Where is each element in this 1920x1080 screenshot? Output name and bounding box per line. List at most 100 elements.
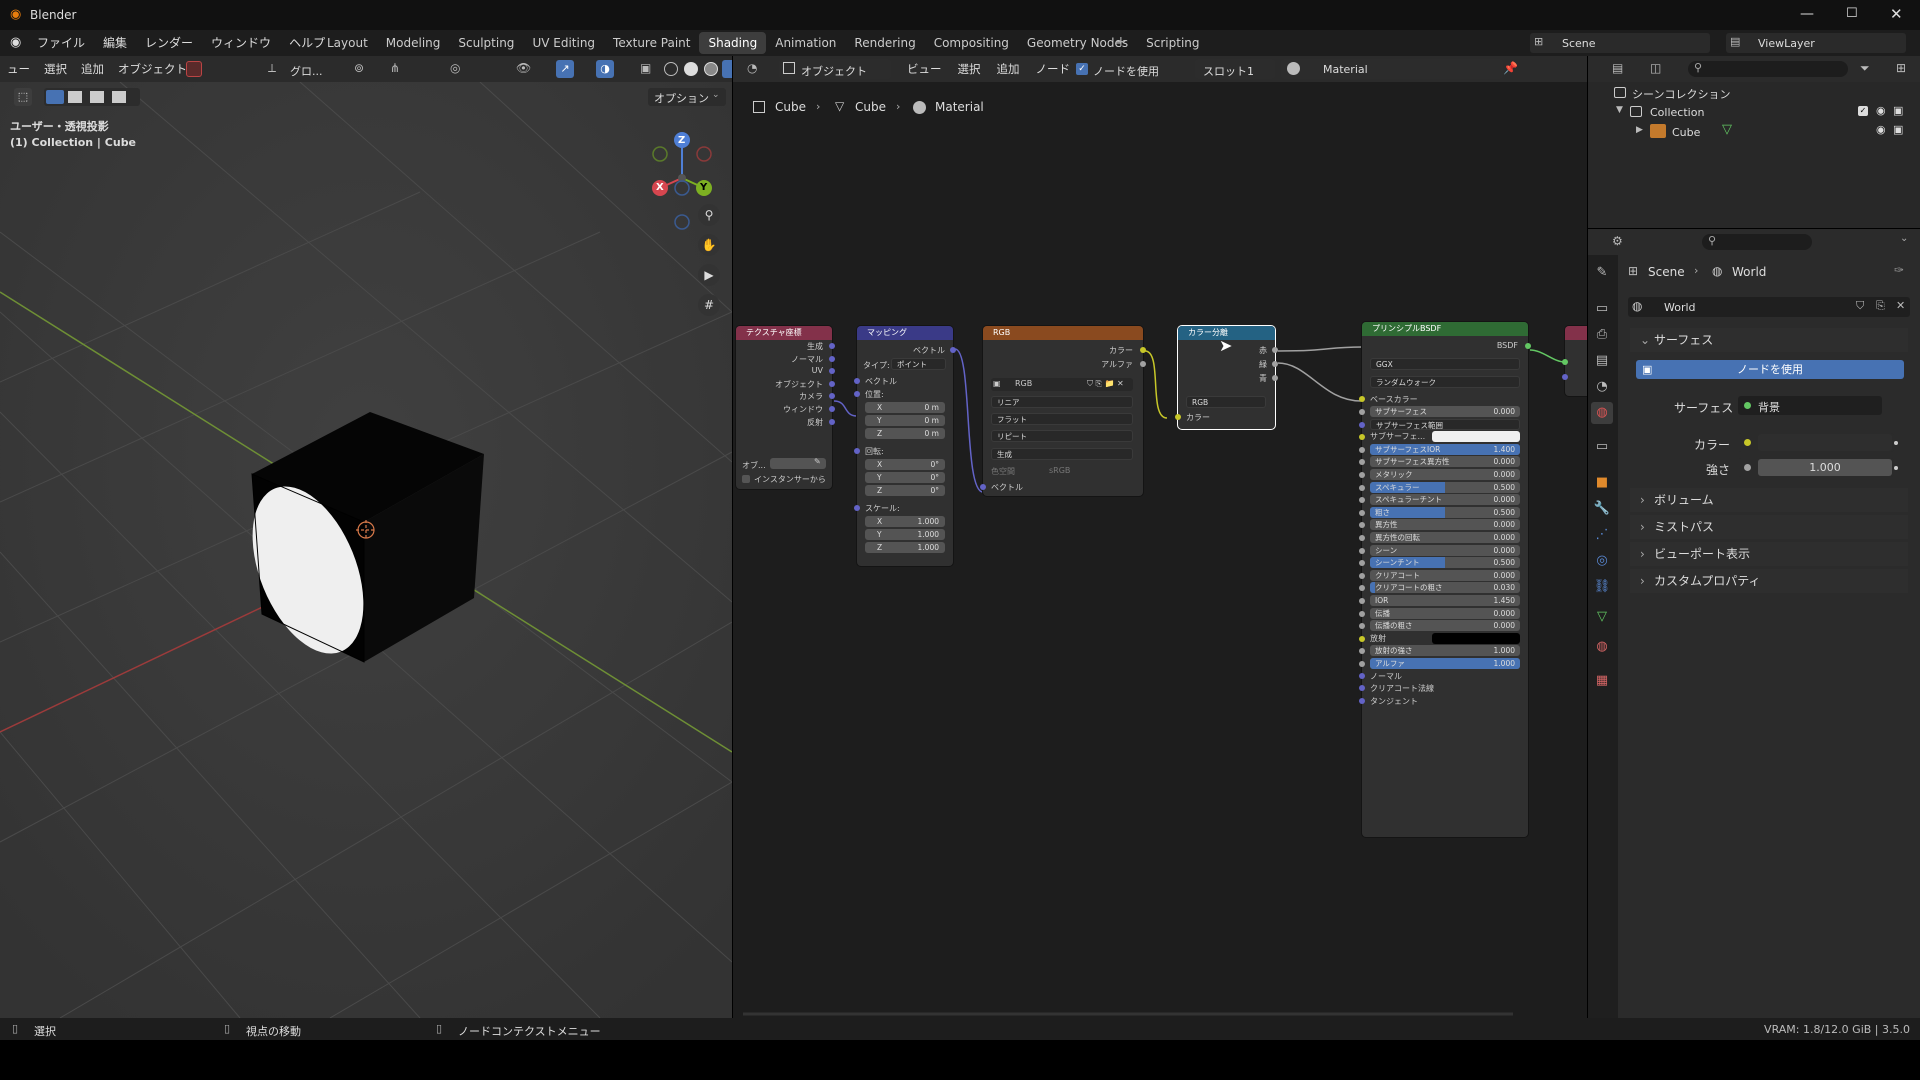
input-socket[interactable] [1359, 623, 1365, 630]
duplicate-icon[interactable]: ⎘ [1876, 299, 1885, 313]
shading-material-icon[interactable] [704, 62, 718, 76]
new-collection-icon[interactable]: ⊞ [1896, 61, 1906, 75]
slider-field[interactable]: 伝播 0.000 [1370, 607, 1520, 619]
input-socket[interactable] [1359, 459, 1365, 466]
tab-workspace-2[interactable]: Sculpting [449, 32, 523, 54]
filter-icon[interactable]: ⏷ [1860, 61, 1870, 76]
input-socket[interactable] [1359, 535, 1365, 541]
output-socket[interactable] [829, 418, 835, 425]
keyframe-dot-icon[interactable] [1894, 441, 1898, 445]
slider-field[interactable]: アルファ 1.000 [1370, 658, 1520, 669]
input-socket[interactable] [1562, 359, 1568, 365]
zoom-icon[interactable]: ⚲ [698, 204, 720, 226]
fake-user-icon[interactable]: ⛉ [1856, 299, 1864, 313]
input-socket[interactable] [1359, 697, 1365, 704]
source-dropdown[interactable]: 生成 [991, 448, 1133, 460]
viewport-menu-1[interactable]: 選択 [37, 56, 74, 82]
output-socket[interactable] [829, 355, 835, 362]
editor-type-icon[interactable]: ▤ [1612, 61, 1623, 75]
input-socket[interactable] [1359, 522, 1365, 529]
node-material-output[interactable] [1562, 326, 1587, 396]
menu-0[interactable]: ファイル [28, 30, 94, 56]
slider-field[interactable]: サブサーフェス 0.000 [1370, 406, 1520, 417]
input-socket[interactable] [1359, 672, 1365, 679]
slider-field[interactable]: スペキュラーチント 0.000 [1370, 494, 1520, 506]
input-socket[interactable] [854, 391, 860, 397]
surface-panel-header[interactable]: ⌄ サーフェス [1630, 328, 1908, 352]
tab-workspace-4[interactable]: Texture Paint [604, 32, 699, 54]
input-socket[interactable] [1562, 374, 1568, 380]
output-socket[interactable] [1140, 361, 1146, 367]
from-instancer-checkbox[interactable] [742, 475, 750, 483]
projection-dropdown[interactable]: フラット [991, 413, 1133, 425]
input-socket[interactable] [1359, 648, 1365, 655]
tab-workspace-8[interactable]: Compositing [925, 32, 1018, 54]
output-socket[interactable] [829, 406, 835, 412]
slider-field[interactable]: 放射の強さ 1.000 [1370, 645, 1520, 657]
viewport-3d[interactable]: ュー 選択 追加 オブジェクト ⟂ グロ... ⊚ ⋔ ◎ 👁 ↗ ◑ ▣ ⬚ オプシ… [0, 56, 732, 1018]
proportional-icon[interactable]: ◎ [450, 61, 460, 75]
mapping-loc-field[interactable]: Y 0 m [865, 415, 945, 426]
outliner-search-input[interactable]: ⚲ [1688, 61, 1848, 77]
image-selector[interactable]: ▣ RGB ⛉ ⎘ 📁 ✕ [991, 378, 1133, 391]
node-principled-bsdf[interactable]: プリンシプルBSDF BSDF GGX ランダムウォーク ベースカラー サブサー… [1359, 322, 1531, 837]
input-socket[interactable] [854, 378, 860, 384]
output-socket[interactable] [1272, 375, 1278, 381]
tab-workspace-3[interactable]: UV Editing [523, 32, 604, 54]
panel-header-2[interactable]: › ビューポート表示 [1630, 542, 1908, 566]
tab-workspace-10[interactable]: Scripting [1137, 32, 1208, 54]
viewport-menu-3[interactable]: オブジェクト [111, 56, 194, 82]
mapping-sca-field[interactable]: Y 1.000 [865, 529, 945, 540]
input-socket[interactable] [1359, 585, 1365, 592]
mapping-loc-field[interactable]: Z 0 m [865, 428, 945, 439]
unlink-icon[interactable]: ✕ [1896, 299, 1905, 312]
texture-tab-icon[interactable]: ▦ [1591, 670, 1613, 692]
mapping-rot-field[interactable]: Y 0° [865, 472, 945, 483]
visibility-icon[interactable]: 👁 [516, 61, 531, 75]
node-mapping[interactable]: マッピング ベクトル タイプ: ポイント ベクトル 位置: X 0 m Y 0 m Z 0… [854, 326, 956, 566]
tab-workspace-5[interactable]: Shading [699, 32, 767, 54]
tool-tab-icon[interactable]: ✎ [1591, 262, 1613, 284]
slider-field[interactable]: サブサーフェスIOR 1.400 [1370, 443, 1520, 455]
mapping-sca-field[interactable]: Z 1.000 [865, 542, 945, 553]
input-socket[interactable] [854, 505, 860, 511]
tab-workspace-6[interactable]: Animation [766, 32, 845, 54]
collection-tab-icon[interactable]: ▭ [1591, 436, 1613, 458]
object-mode-icon[interactable] [186, 61, 202, 77]
input-socket[interactable] [1359, 661, 1365, 667]
extension-dropdown[interactable]: リピート [991, 430, 1133, 442]
node-image-texture[interactable]: RGB カラー アルファ ▣ RGB ⛉ ⎘ 📁 ✕ リニア フラット リピート… [980, 326, 1146, 496]
expand-arrow-icon[interactable]: ▼ [1616, 105, 1623, 115]
eye-icon[interactable]: ◉ [1876, 104, 1886, 117]
input-socket[interactable] [1359, 446, 1365, 453]
distribution-dropdown[interactable]: GGX [1370, 358, 1520, 370]
input-socket[interactable] [1359, 497, 1365, 504]
strength-value-box[interactable]: 1.000 [1758, 459, 1892, 476]
close-icon[interactable]: ✕ [1890, 5, 1903, 23]
output-socket[interactable] [829, 380, 835, 387]
menu-3[interactable]: ウィンドウ [202, 30, 280, 56]
output-socket[interactable] [829, 343, 835, 349]
output-socket[interactable] [1525, 343, 1531, 349]
outliner[interactable]: ▤ ◫ ⚲ ⏷ ⊞ シーンコレクション ▼ Collection ✓ ◉ ▣ ▶… [1588, 56, 1920, 228]
xray-icon[interactable]: ▣ [640, 61, 651, 75]
input-socket[interactable] [980, 484, 986, 490]
overlay-toggle-icon[interactable]: ◑ [596, 60, 614, 78]
physics-tab-icon[interactable]: ◎ [1591, 550, 1613, 572]
transform-orientation-label[interactable]: グロ... [290, 63, 323, 79]
output-socket[interactable] [1272, 347, 1278, 353]
select-new-icon[interactable] [46, 90, 64, 104]
use-nodes-button[interactable]: ▣ ノードを使用 [1636, 360, 1904, 379]
slider-field[interactable]: 異方性の回転 0.000 [1370, 532, 1520, 543]
output-tab-icon[interactable]: ⎙ [1591, 324, 1613, 346]
exclude-checkbox[interactable]: ✓ [1858, 106, 1868, 116]
input-socket[interactable] [854, 448, 860, 454]
output-socket[interactable] [1140, 347, 1146, 353]
input-socket[interactable] [1359, 396, 1365, 402]
select-subtract-icon[interactable] [90, 91, 104, 103]
viewport-menu-2[interactable]: 追加 [74, 56, 111, 82]
cube-label[interactable]: Cube [1672, 126, 1700, 139]
panel-header-3[interactable]: › カスタムプロパティ [1630, 569, 1908, 593]
tab-workspace-1[interactable]: Modeling [377, 32, 450, 54]
interpolation-dropdown[interactable]: リニア [991, 396, 1133, 408]
